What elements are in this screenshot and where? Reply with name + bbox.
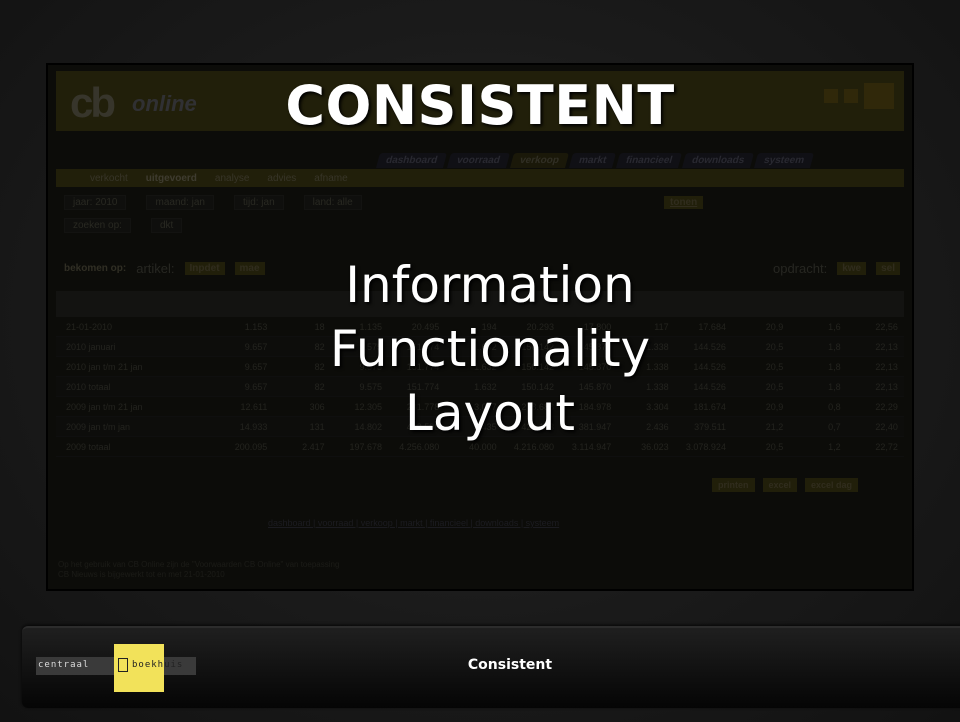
bullet-layout: Layout	[405, 384, 575, 442]
main-nav-tabs: dashboard voorraad verkoop markt financi…	[375, 153, 815, 168]
tab-verkoop[interactable]: verkoop	[509, 153, 569, 168]
slide-bullet-list: Information Functionality Layout	[0, 253, 960, 445]
search-field[interactable]: dkt	[150, 218, 183, 233]
centraal-boekhuis-logo: centraal boekhuis	[36, 644, 196, 692]
show-button[interactable]: tonen	[664, 196, 704, 209]
footer-title: Consistent	[467, 657, 553, 673]
bullet-information: Information	[345, 256, 635, 314]
tab-systeem[interactable]: systeem	[754, 153, 815, 168]
tab-markt[interactable]: markt	[568, 153, 617, 168]
footnote-line-2: CB Nieuws is bijgewerkt tot en met 21-01…	[58, 570, 225, 579]
country-select[interactable]: land: alle	[303, 195, 362, 210]
footnote: Op het gebruik van CB Online zijn de "Vo…	[58, 560, 339, 580]
subtab-analyse[interactable]: analyse	[215, 173, 249, 184]
search-by-select[interactable]: zoeken op:	[64, 218, 131, 233]
book-icon	[118, 658, 128, 672]
sub-nav-bar: verkocht uitgevoerd analyse advies afnam…	[56, 169, 904, 187]
tab-voorraad[interactable]: voorraad	[447, 153, 510, 168]
slide-title: CONSISTENT	[285, 74, 675, 137]
export-actions: printen excel excel dag	[712, 478, 859, 492]
footnote-line-1: Op het gebruik van CB Online zijn de "Vo…	[58, 560, 340, 569]
footer-links[interactable]: dashboard | voorraad | verkoop | markt |…	[268, 518, 559, 528]
subtab-advies[interactable]: advies	[267, 173, 296, 184]
bullet-functionality: Functionality	[329, 320, 651, 378]
excel-button[interactable]: excel	[762, 478, 798, 492]
month-select[interactable]: maand: jan	[146, 195, 214, 210]
filter-panel: jaar: 2010 maand: jan tijd: jan land: al…	[64, 195, 362, 241]
logo-text-left: centraal	[38, 660, 90, 670]
subtab-afname[interactable]: afname	[314, 173, 347, 184]
slide-footer: centraal boekhuis Consistent	[22, 626, 960, 708]
print-button[interactable]: printen	[712, 478, 755, 492]
logo-text-right: boekhuis	[132, 660, 184, 670]
subtab-uitgevoerd[interactable]: uitgevoerd	[146, 173, 197, 184]
excel-day-button[interactable]: excel dag	[805, 478, 859, 492]
tab-financieel[interactable]: financieel	[616, 153, 683, 168]
tab-downloads[interactable]: downloads	[682, 153, 755, 168]
year-select[interactable]: jaar: 2010	[64, 195, 127, 210]
subtab-verkocht[interactable]: verkocht	[90, 173, 128, 184]
tab-dashboard[interactable]: dashboard	[375, 153, 448, 168]
period-select[interactable]: tijd: jan	[233, 195, 284, 210]
